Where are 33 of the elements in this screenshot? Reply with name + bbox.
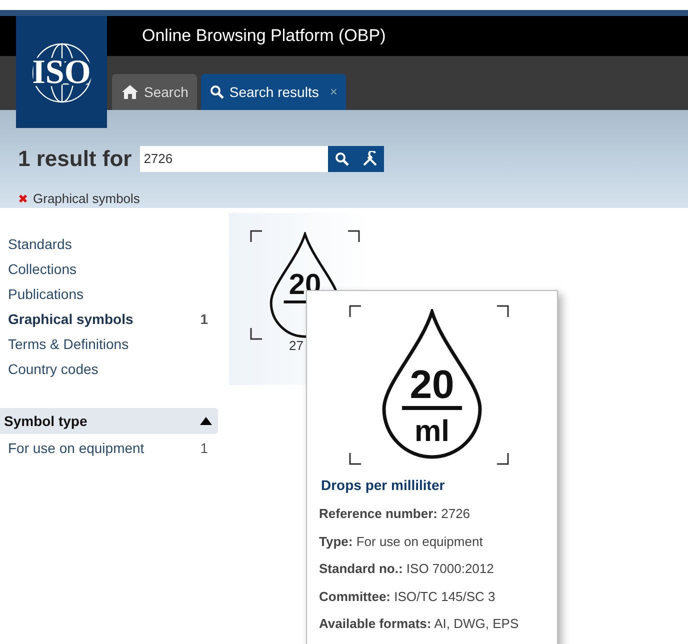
category-item[interactable]: Standards [0, 232, 218, 257]
symbol-unit: ml [413, 417, 450, 447]
tab[interactable]: Search results × [201, 74, 346, 110]
tools-button[interactable] [356, 146, 384, 172]
symbol-detail: Committee: ISO/TC 145/SC 3 [319, 588, 496, 606]
search-button[interactable] [328, 146, 356, 172]
category-item[interactable]: Publications [0, 282, 218, 307]
category-item[interactable]: Terms & Definitions [0, 332, 218, 357]
symbol-title: Drops per milliliter [321, 476, 446, 495]
filter-label: Graphical symbols [33, 190, 140, 208]
result-count-heading: 1 result for [18, 145, 132, 173]
search-icon [210, 85, 224, 99]
symbol-detail: Available formats: AI, DWG, EPS [319, 615, 520, 633]
collapse-icon [200, 417, 212, 425]
symbol-number: 20 [408, 365, 456, 405]
category-item[interactable]: Country codes [0, 357, 218, 382]
drop-icon [380, 309, 484, 459]
tools-icon [362, 150, 378, 166]
symbol-detail: Type: For use on equipment [319, 532, 484, 551]
symbol-detail: Reference number: 2726 [319, 505, 472, 523]
tab[interactable]: Search [112, 74, 198, 110]
category-item[interactable]: Collections [0, 257, 218, 282]
search-icon [334, 152, 349, 166]
close-tab-button[interactable]: × [330, 82, 338, 102]
category-item[interactable]: Graphical symbols 1 [0, 307, 218, 332]
search-field[interactable]: 2726 [140, 146, 328, 172]
remove-filter-button[interactable]: ✖ [18, 190, 28, 208]
facet-item[interactable]: For use on equipment 1 [0, 434, 218, 462]
home-icon [121, 84, 139, 100]
facet-header[interactable]: Symbol type [0, 408, 218, 434]
symbol-detail: Standard no.: ISO 7000:2012 [319, 560, 495, 578]
result-label: 27 [288, 337, 304, 355]
app-title: Online Browsing Platform (OBP) [142, 25, 386, 48]
